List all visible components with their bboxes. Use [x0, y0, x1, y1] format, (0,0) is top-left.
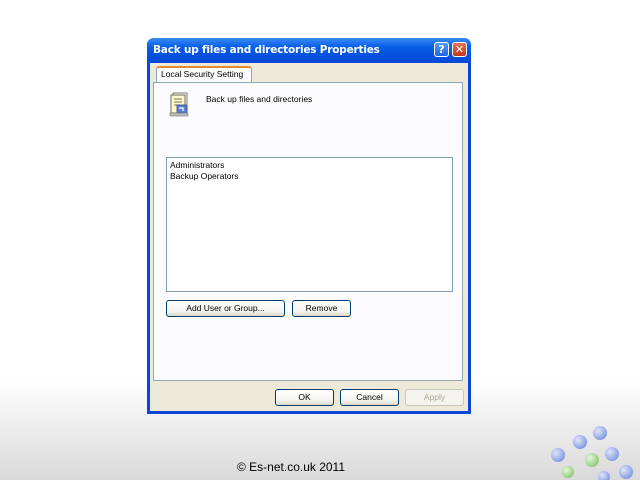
ok-button[interactable]: OK [275, 389, 334, 406]
remove-button[interactable]: Remove [292, 300, 351, 317]
window-title: Back up files and directories Properties [153, 44, 380, 56]
members-list[interactable]: Administrators Backup Operators [166, 157, 453, 292]
dialog-client-area: Local Security Setting Back up files and… [150, 63, 468, 411]
close-icon: ✕ [454, 43, 465, 56]
tab-panel: Back up files and directories Administra… [153, 82, 463, 381]
list-item[interactable]: Administrators [170, 160, 224, 171]
dots-logo-icon [551, 426, 633, 480]
add-user-or-group-button[interactable]: Add User or Group... [166, 300, 285, 317]
help-button[interactable]: ? [434, 42, 449, 57]
properties-dialog: Back up files and directories Properties… [147, 38, 471, 414]
copyright-footer: © Es-net.co.uk 2011 [237, 460, 346, 474]
policy-document-icon [169, 92, 189, 117]
close-button[interactable]: ✕ [452, 42, 467, 57]
help-icon: ? [438, 43, 445, 56]
title-bar[interactable]: Back up files and directories Properties… [147, 38, 471, 63]
list-item[interactable]: Backup Operators [170, 171, 239, 182]
apply-button[interactable]: Apply [405, 389, 464, 406]
cancel-button[interactable]: Cancel [340, 389, 399, 406]
tab-local-security-setting[interactable]: Local Security Setting [156, 66, 252, 82]
policy-name: Back up files and directories [206, 94, 313, 104]
